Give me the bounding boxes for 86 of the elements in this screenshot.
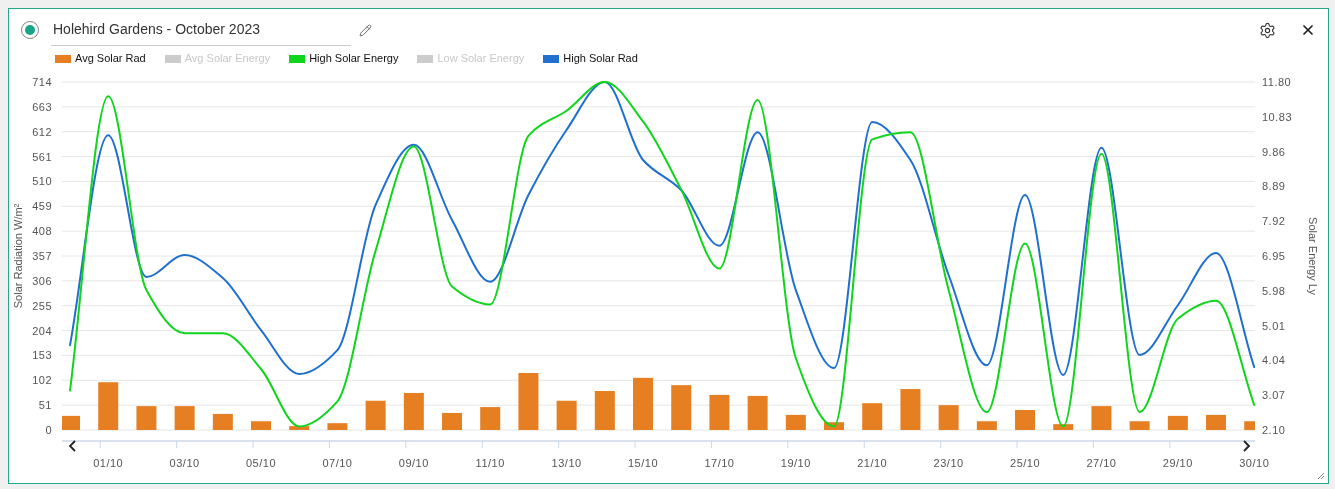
resize-grip-icon[interactable] bbox=[1317, 472, 1325, 480]
bar bbox=[1015, 410, 1036, 430]
y-axis-label: 5.01 bbox=[1262, 319, 1286, 332]
bar bbox=[785, 414, 806, 430]
x-axis-label: 11/10 bbox=[475, 457, 505, 469]
bar bbox=[633, 377, 654, 430]
y-axis-label: 459 bbox=[32, 200, 52, 213]
bar bbox=[403, 392, 424, 430]
y-axis-label: 663 bbox=[32, 100, 52, 113]
y-axis-label: 255 bbox=[32, 299, 52, 312]
bar bbox=[136, 406, 157, 430]
y-axis-label: 612 bbox=[32, 125, 52, 138]
x-axis-label: 17/10 bbox=[704, 457, 735, 469]
y-axis-label: 204 bbox=[32, 324, 52, 337]
scroll-left-icon[interactable] bbox=[68, 440, 76, 452]
bar bbox=[1129, 421, 1150, 430]
bar bbox=[98, 382, 119, 430]
y-axis-label: 306 bbox=[32, 274, 52, 287]
bar bbox=[1091, 406, 1112, 430]
x-axis-label: 15/10 bbox=[628, 457, 659, 469]
x-axis-label: 09/10 bbox=[398, 457, 429, 469]
bar bbox=[1244, 421, 1255, 430]
y-axis-label: 7.92 bbox=[1262, 215, 1286, 228]
y-axis-label: 714 bbox=[32, 76, 52, 88]
bar bbox=[62, 415, 80, 430]
x-axis-label: 21/10 bbox=[857, 457, 888, 469]
bar bbox=[747, 395, 768, 430]
pencil-icon[interactable] bbox=[359, 23, 372, 37]
y-axis-label: 3.07 bbox=[1262, 389, 1286, 402]
x-axis-label: 30/10 bbox=[1239, 457, 1270, 469]
bar bbox=[1167, 415, 1188, 430]
bar bbox=[1053, 424, 1074, 430]
bar bbox=[556, 400, 577, 430]
y-axis-label: 8.89 bbox=[1262, 180, 1286, 193]
y-axis-label: 9.86 bbox=[1262, 145, 1286, 158]
close-icon[interactable] bbox=[1300, 22, 1316, 38]
bar bbox=[671, 385, 692, 430]
y-axis-title: Solar Energy Ly bbox=[1307, 217, 1319, 295]
bar bbox=[900, 389, 921, 430]
x-axis-label: 01/10 bbox=[93, 457, 124, 469]
x-axis-label: 27/10 bbox=[1086, 457, 1117, 469]
y-axis-label: 11.80 bbox=[1262, 76, 1292, 88]
x-axis-label: 03/10 bbox=[169, 457, 200, 469]
bar bbox=[1206, 414, 1227, 430]
legend-item[interactable]: High Solar Rad bbox=[543, 50, 638, 67]
y-axis-label: 357 bbox=[32, 250, 52, 262]
legend-item[interactable]: High Solar Energy bbox=[289, 50, 399, 67]
x-axis-label: 25/10 bbox=[1010, 457, 1041, 469]
bar bbox=[174, 406, 195, 430]
bar bbox=[365, 400, 386, 430]
y-axis-label: 5.98 bbox=[1262, 284, 1286, 297]
x-axis-label: 23/10 bbox=[933, 457, 964, 469]
y-axis-label: 51 bbox=[38, 399, 52, 412]
bar bbox=[709, 394, 730, 430]
y-axis-label: 153 bbox=[32, 349, 52, 362]
x-axis-label: 05/10 bbox=[246, 457, 277, 469]
scroll-right-icon[interactable] bbox=[1243, 440, 1251, 452]
bar bbox=[251, 421, 271, 430]
x-axis-label: 29/10 bbox=[1162, 457, 1193, 469]
bar bbox=[976, 421, 997, 430]
y-axis-label: 102 bbox=[32, 374, 52, 387]
bar bbox=[212, 413, 233, 430]
y-axis-label: 408 bbox=[32, 225, 52, 238]
bar bbox=[442, 412, 463, 430]
legend-item[interactable]: Avg Solar Rad bbox=[55, 50, 146, 67]
bar bbox=[289, 426, 310, 430]
bar bbox=[327, 423, 348, 430]
y-axis-title: Solar Radiation W/m² bbox=[12, 203, 24, 309]
bar bbox=[480, 407, 501, 430]
x-axis-label: 19/10 bbox=[780, 457, 811, 469]
bar bbox=[938, 405, 959, 430]
x-axis-label: 07/10 bbox=[322, 457, 353, 469]
bar bbox=[824, 422, 845, 430]
y-axis-label: 4.04 bbox=[1262, 354, 1286, 367]
y-axis-label: 6.95 bbox=[1262, 250, 1286, 262]
bar bbox=[518, 373, 539, 430]
y-axis-label: 561 bbox=[32, 150, 52, 163]
y-axis-label: 0 bbox=[45, 424, 52, 436]
bar bbox=[594, 391, 615, 430]
settings-icon[interactable] bbox=[1259, 21, 1276, 39]
bar bbox=[862, 403, 883, 430]
x-axis-label: 13/10 bbox=[551, 457, 582, 469]
y-axis-label: 2.10 bbox=[1262, 424, 1286, 436]
y-axis-label: 10.83 bbox=[1262, 110, 1293, 123]
title-field[interactable]: Holehird Gardens - October 2023 bbox=[51, 14, 351, 46]
y-axis-label: 510 bbox=[32, 175, 52, 188]
